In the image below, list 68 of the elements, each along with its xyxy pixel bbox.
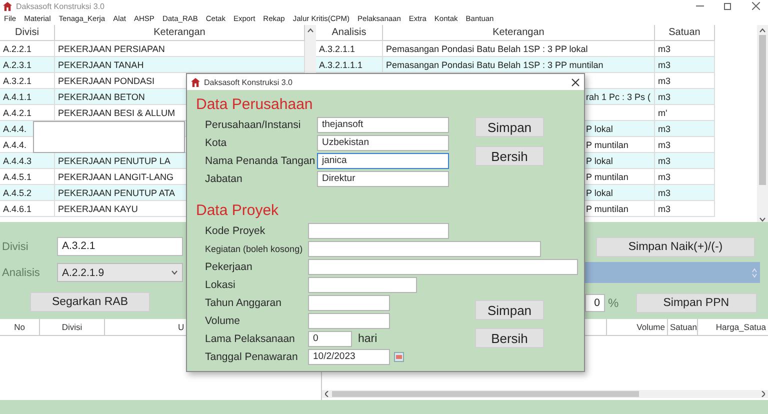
- column-header: Divisi: [0, 25, 55, 41]
- column-header: Keterangan: [383, 25, 655, 41]
- table-cell: m3: [655, 201, 715, 217]
- table-cell: A.4.1.1: [0, 89, 55, 105]
- input-field[interactable]: janica: [317, 153, 449, 169]
- house-icon: [191, 78, 200, 86]
- field-label: Lokasi: [205, 279, 236, 291]
- dialog-title: Daksasoft Konstruksi 3.0: [204, 78, 292, 86]
- unit-label: hari: [358, 333, 378, 345]
- input-field[interactable]: [308, 277, 417, 293]
- table-cell: m3: [655, 57, 715, 73]
- column-header: Satuan: [668, 319, 698, 335]
- save-button[interactable]: Bersih: [475, 146, 544, 166]
- save-button[interactable]: Simpan: [475, 300, 544, 320]
- input-field[interactable]: 0: [308, 331, 352, 347]
- field-label: Jabatan: [205, 173, 244, 185]
- field-label: Divisi: [1, 240, 30, 252]
- input-field[interactable]: thejansoft: [317, 117, 449, 133]
- table-cell: A.2.3.1: [0, 57, 55, 73]
- field-label: Tahun Anggaran: [205, 297, 282, 309]
- scroll-left-icon[interactable]: [325, 391, 329, 397]
- column-header: Satuan: [655, 25, 715, 41]
- calendar-icon[interactable]: [394, 352, 404, 362]
- field-label: Pekerjaan: [205, 261, 254, 273]
- column-header: No: [0, 319, 40, 335]
- field-label: Perusahaan/Instansi: [205, 119, 302, 131]
- scroll-up-icon[interactable]: [307, 28, 314, 33]
- field-label: Tanggal Penawaran: [205, 351, 299, 363]
- table-cell: A.4.6.1: [0, 201, 55, 217]
- spinner-icon[interactable]: [752, 268, 757, 278]
- input-field[interactable]: [308, 223, 449, 239]
- table-cell: m3: [655, 185, 715, 201]
- column-header: Keterangan: [55, 25, 305, 41]
- field-label: Kota: [205, 137, 228, 149]
- save-button[interactable]: Bersih: [475, 328, 544, 348]
- maximize-icon[interactable]: [724, 2, 732, 10]
- table-cell: m3: [655, 153, 715, 169]
- table-cell: A.4.5.2: [0, 185, 55, 201]
- field-label: Kegiatan (boleh kosong): [205, 244, 304, 254]
- column-header: Harga_Satua: [714, 321, 767, 334]
- scroll-right-icon[interactable]: [761, 391, 765, 397]
- input-field[interactable]: Uzbekistan: [317, 135, 449, 151]
- field-label: Analisis: [1, 266, 41, 278]
- input-field[interactable]: [308, 259, 578, 275]
- caret-icon[interactable]: [171, 270, 178, 275]
- field-label: Kode Proyek: [205, 225, 266, 237]
- close-icon[interactable]: [571, 78, 580, 86]
- save-button[interactable]: Simpan: [475, 117, 544, 137]
- scroll-down-icon[interactable]: [759, 217, 766, 222]
- input-field[interactable]: [308, 295, 390, 311]
- scrollbar[interactable]: [757, 25, 768, 222]
- window-title: Daksasoft Konstruksi 3.0: [16, 2, 104, 10]
- scrollbar[interactable]: [322, 390, 768, 398]
- section-heading: Data Proyek: [196, 202, 279, 220]
- input-field[interactable]: [308, 241, 541, 257]
- close-icon[interactable]: [752, 2, 760, 10]
- input-field[interactable]: [308, 313, 390, 329]
- unit-label: %: [608, 296, 619, 310]
- column-header: Volume: [607, 319, 668, 335]
- field-label: Lama Pelaksanaan: [205, 333, 296, 345]
- list-bar[interactable]: [585, 262, 760, 283]
- scroll-up-icon[interactable]: [759, 28, 766, 33]
- table-cell: m3: [655, 89, 715, 105]
- column-header: Analisis: [316, 25, 383, 41]
- column-header: Divisi: [40, 319, 105, 335]
- input-field[interactable]: Direktur: [317, 171, 449, 187]
- input-field[interactable]: 10/2/2023: [308, 349, 390, 365]
- table-cell: m3: [655, 121, 715, 137]
